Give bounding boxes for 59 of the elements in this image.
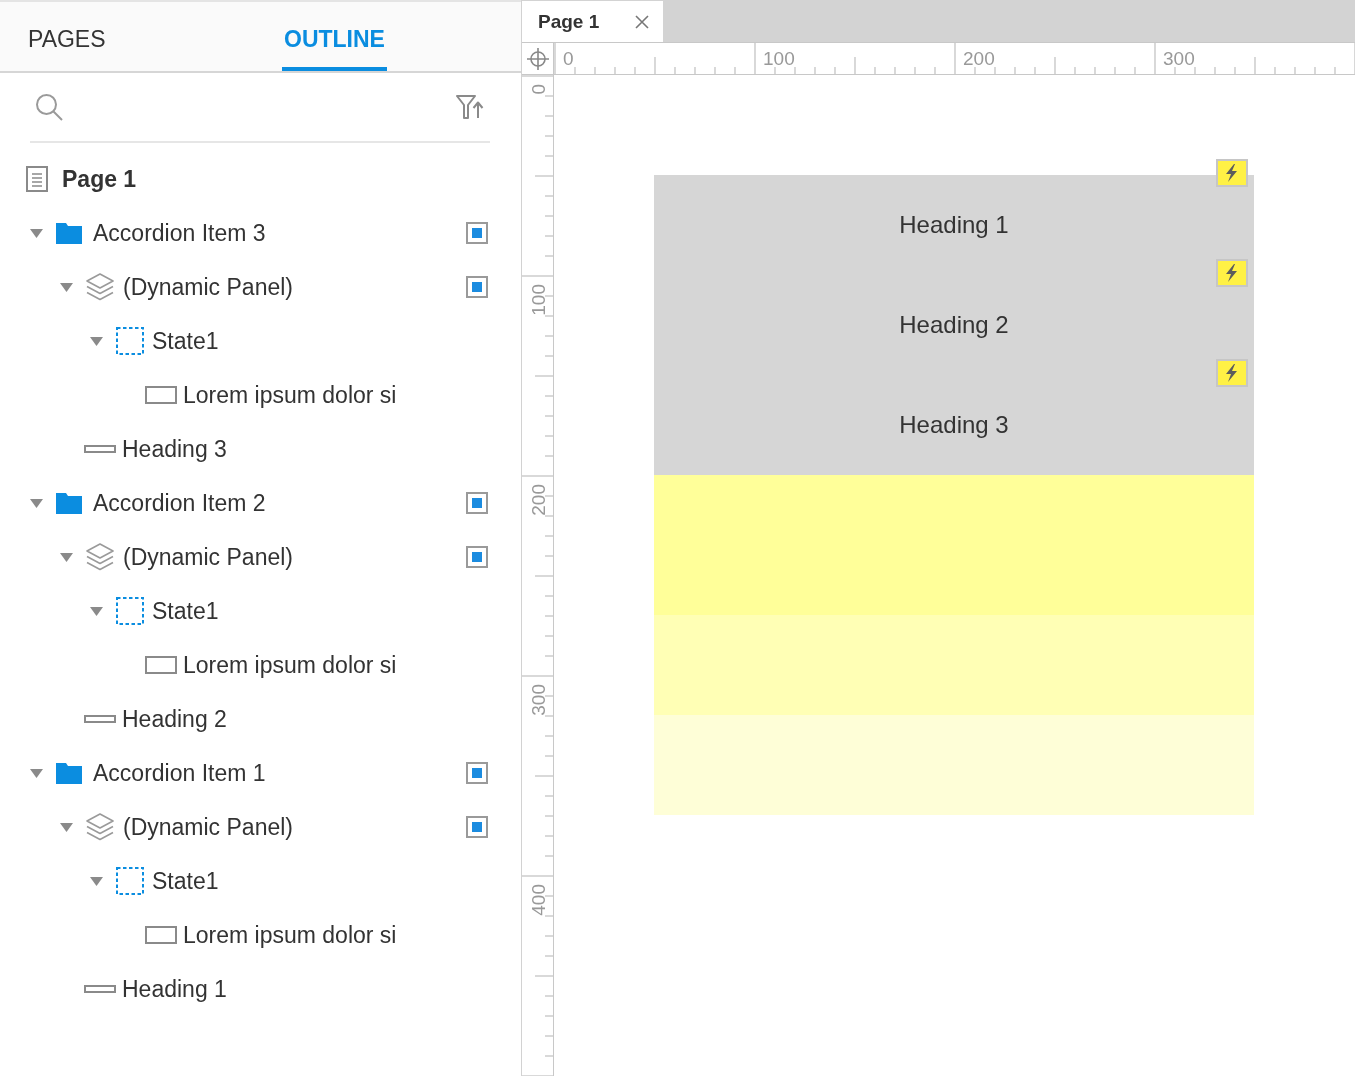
layer-name[interactable]: Heading 1	[122, 975, 227, 1003]
layer-name[interactable]: State1	[152, 327, 219, 355]
heading-label: Heading 1	[899, 211, 1009, 239]
layer-name[interactable]: Heading 2	[122, 705, 227, 733]
caret-icon[interactable]	[60, 820, 73, 834]
heading-label: Heading 2	[899, 311, 1009, 339]
caret-icon[interactable]	[60, 550, 73, 564]
dashed-square-icon	[116, 597, 144, 625]
ruler-label: 200	[963, 48, 995, 69]
layer-name[interactable]: (Dynamic Panel)	[123, 273, 293, 301]
ruler-label: 400	[528, 884, 549, 916]
search-icon	[35, 93, 63, 121]
page-tab[interactable]: Page 1	[522, 1, 663, 42]
dashed-square-icon	[116, 867, 144, 895]
caret-icon[interactable]	[30, 226, 43, 240]
ruler-label: 300	[1163, 48, 1195, 69]
caret-icon[interactable]	[90, 604, 103, 618]
layer-name[interactable]: Accordion Item 2	[93, 489, 266, 517]
heading-bar-icon	[84, 985, 116, 993]
folder-icon	[56, 222, 82, 244]
heading-label: Heading 3	[899, 411, 1009, 439]
layer-name[interactable]: Lorem ipsum dolor si	[183, 651, 397, 679]
layers-icon	[86, 273, 114, 301]
ruler-label: 100	[528, 284, 549, 316]
caret-icon[interactable]	[60, 280, 73, 294]
ruler-label: 100	[763, 48, 795, 69]
filter-icon[interactable]	[456, 95, 484, 119]
close-icon[interactable]	[635, 14, 649, 29]
panel-tab[interactable]: PAGES	[28, 2, 108, 71]
caret-icon[interactable]	[30, 766, 43, 780]
caret-icon[interactable]	[90, 334, 103, 348]
rectangle-icon	[145, 656, 177, 674]
ruler-label: 0	[563, 48, 574, 69]
caret-icon[interactable]	[30, 496, 43, 510]
ruler-label: 200	[528, 484, 549, 516]
ruler-label: 0	[528, 84, 549, 95]
layers-icon	[86, 543, 114, 571]
layer-name[interactable]: Lorem ipsum dolor si	[183, 921, 397, 949]
rectangle-icon	[145, 386, 177, 404]
page-name[interactable]: Page 1	[62, 165, 137, 193]
crosshair-icon[interactable]	[526, 47, 549, 70]
rectangle-icon	[145, 926, 177, 944]
heading-bar-icon	[84, 715, 116, 723]
layer-name[interactable]: (Dynamic Panel)	[123, 813, 293, 841]
layer-name[interactable]: State1	[152, 597, 219, 625]
caret-icon[interactable]	[90, 874, 103, 888]
layer-name[interactable]: (Dynamic Panel)	[123, 543, 293, 571]
folder-icon	[56, 762, 82, 784]
layer-name[interactable]: State1	[152, 867, 219, 895]
layer-name[interactable]: Heading 3	[122, 435, 227, 463]
layer-name[interactable]: Accordion Item 3	[93, 219, 266, 247]
heading-bar-icon	[84, 445, 116, 453]
layers-icon	[86, 813, 114, 841]
ruler-label: 300	[528, 684, 549, 716]
layer-name[interactable]: Accordion Item 1	[93, 759, 266, 787]
dashed-square-icon	[116, 327, 144, 355]
layer-name[interactable]: Lorem ipsum dolor si	[183, 381, 397, 409]
page-icon	[26, 166, 48, 192]
folder-icon	[56, 492, 82, 514]
